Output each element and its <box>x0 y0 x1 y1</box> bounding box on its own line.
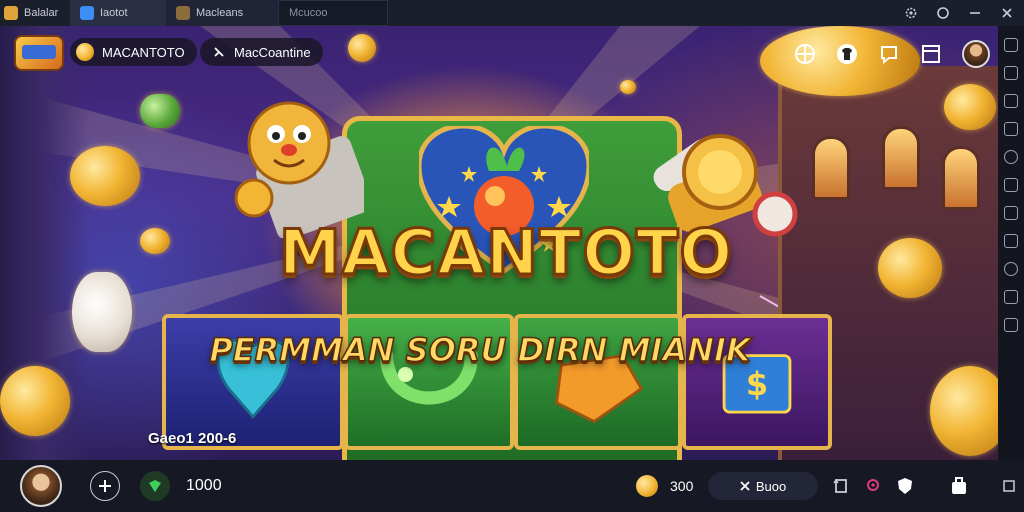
sidebar-rotate-icon[interactable] <box>1004 150 1018 164</box>
player-avatar[interactable] <box>20 465 62 507</box>
tab-home[interactable]: Balalar <box>0 0 70 26</box>
gem-icon <box>149 480 161 492</box>
more-icon[interactable] <box>998 475 1020 497</box>
sidebar-volume-icon[interactable] <box>1004 290 1018 304</box>
tab-label: Mcucoo <box>289 7 328 19</box>
mode-pill[interactable]: MacCoantine <box>200 38 323 66</box>
rotate-icon[interactable] <box>830 475 852 497</box>
title-bar: Balalar Iaotot Macleans Mcucoo <box>0 0 1024 26</box>
tab-game[interactable]: Macleans <box>166 0 278 26</box>
sidebar-folder-icon[interactable] <box>1004 206 1018 220</box>
tab-label: Macleans <box>196 7 244 19</box>
minimize-icon[interactable] <box>966 4 984 22</box>
coin-decoration <box>348 34 376 62</box>
game-title: MACANTOTO <box>277 215 734 291</box>
blue-app-icon <box>80 6 94 20</box>
emulator-window: Balalar Iaotot Macleans Mcucoo $ MACANTO… <box>0 0 1024 512</box>
emulator-sidebar <box>998 26 1024 460</box>
profile-avatar[interactable] <box>962 40 990 68</box>
mode-label: MacCoantine <box>234 44 311 60</box>
tab-search[interactable]: Mcucoo <box>278 0 388 26</box>
circle-icon[interactable] <box>934 4 952 22</box>
hud-actions <box>794 40 990 68</box>
window-icon[interactable] <box>920 43 942 65</box>
bottom-bar: 1000 300 Buoo <box>0 460 1024 512</box>
score-line: Gaeo1 200-6 <box>148 430 237 447</box>
action-pill[interactable]: Buoo <box>708 472 818 500</box>
balance-value: 1000 <box>186 477 222 494</box>
chat-icon[interactable] <box>878 43 900 65</box>
sidebar-screen-icon[interactable] <box>1004 94 1018 108</box>
svg-text:$: $ <box>746 365 768 403</box>
bag-icon[interactable] <box>948 475 970 497</box>
sidebar-keyboard-icon[interactable] <box>1004 66 1018 80</box>
coin-decoration <box>878 238 942 298</box>
sidebar-location-icon[interactable] <box>1004 178 1018 192</box>
location-pin-icon[interactable] <box>862 475 884 497</box>
building-window <box>882 126 920 190</box>
game-scene[interactable]: $ MACANTOTO PERMMAN SORU DIRN MIANIK Gae… <box>0 26 998 460</box>
shirt-icon[interactable] <box>836 43 858 65</box>
action-label: Buoo <box>755 478 787 494</box>
game-name-pill[interactable]: MACANTOTO <box>70 38 197 66</box>
sidebar-apk-icon[interactable] <box>1004 234 1018 248</box>
building-window <box>942 146 980 210</box>
coin-decoration <box>944 84 996 130</box>
arrow-icon <box>214 47 224 57</box>
sidebar-more-icon[interactable] <box>1004 318 1018 332</box>
wheel-icon[interactable] <box>794 43 816 65</box>
add-button[interactable] <box>90 471 120 501</box>
game-subtitle: PERMMAN SORU DIRN MIANIK <box>209 330 752 370</box>
coin-icon <box>76 43 94 61</box>
tab-label: Iaotot <box>100 7 128 19</box>
coin-decoration <box>70 146 140 206</box>
game-logo[interactable] <box>14 35 64 71</box>
app-grid-icon <box>4 6 18 20</box>
tab-label: Balalar <box>24 7 59 19</box>
sidebar-camera-icon[interactable] <box>1004 122 1018 136</box>
coin-count: 300 <box>670 478 694 494</box>
coin-decoration <box>0 366 70 436</box>
sidebar-expand-icon[interactable] <box>1004 38 1018 52</box>
gem-button[interactable] <box>140 471 170 501</box>
plus-icon <box>99 480 111 492</box>
chip-decoration <box>72 272 132 352</box>
game-thumbnail-icon <box>176 6 190 20</box>
settings-icon[interactable] <box>902 4 920 22</box>
x-icon <box>740 481 750 491</box>
close-icon[interactable] <box>998 4 1016 22</box>
coin-icon <box>636 475 658 497</box>
sidebar-settings-icon[interactable] <box>1004 262 1018 276</box>
tab-app[interactable]: Iaotot <box>70 0 166 26</box>
shield-icon[interactable] <box>894 475 916 497</box>
window-controls <box>902 0 1016 26</box>
game-name-label: MACANTOTO <box>102 44 185 60</box>
